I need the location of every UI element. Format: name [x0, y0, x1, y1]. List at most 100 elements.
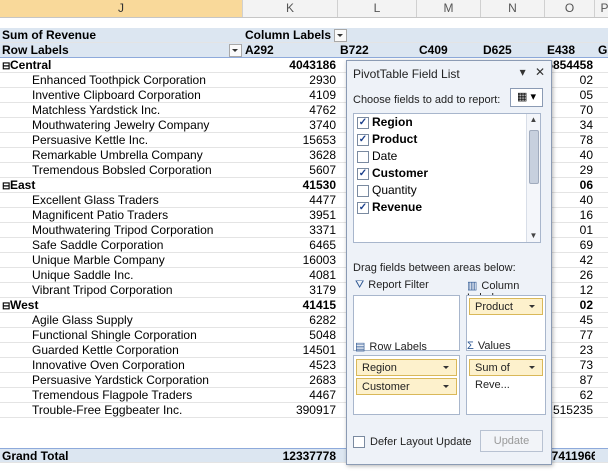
row-label[interactable]: ⊟Central	[0, 58, 243, 72]
value-cell[interactable]: 515235	[545, 403, 595, 417]
value-cell[interactable]: 77	[545, 328, 595, 342]
value-cell[interactable]: 5048	[243, 328, 338, 342]
row-label[interactable]: Vibrant Tripod Corporation	[0, 283, 243, 297]
field-item[interactable]: ✓ Customer	[354, 165, 540, 182]
column-header-j[interactable]: J	[0, 0, 243, 17]
row-label[interactable]: Agile Glass Supply	[0, 313, 243, 327]
row-label[interactable]: Guarded Kettle Corporation	[0, 343, 243, 357]
row-label[interactable]: Unique Saddle Inc.	[0, 268, 243, 282]
value-cell[interactable]: 02	[545, 298, 595, 312]
field-item[interactable]: ✓ Revenue	[354, 199, 540, 216]
value-cell[interactable]: 5854458	[545, 58, 595, 72]
value-cell[interactable]: 15653	[243, 133, 338, 147]
value-field-chip[interactable]: Sum of Reve...	[469, 359, 543, 391]
value-cell[interactable]: 41530	[243, 178, 338, 192]
column-header-p[interactable]: P	[595, 0, 608, 17]
value-cell[interactable]: 3179	[243, 283, 338, 297]
value-cell[interactable]: 3371	[243, 223, 338, 237]
value-cell[interactable]: 41415	[243, 298, 338, 312]
value-cell[interactable]: 69	[545, 238, 595, 252]
value-cell[interactable]: 01	[545, 223, 595, 237]
row-label[interactable]: ⊟West	[0, 298, 243, 312]
row-label[interactable]: Mouthwatering Jewelry Company	[0, 118, 243, 132]
value-cell[interactable]: 4081	[243, 268, 338, 282]
value-cell[interactable]: 6282	[243, 313, 338, 327]
pivot-row-labels-header[interactable]: Row Labels	[0, 43, 243, 57]
value-cell[interactable]: 4523	[243, 358, 338, 372]
chevron-down-icon[interactable]	[334, 29, 348, 42]
row-label[interactable]: Matchless Yardstick Inc.	[0, 103, 243, 117]
row-label[interactable]: Innovative Oven Corporation	[0, 358, 243, 372]
row-label[interactable]: ⊟East	[0, 178, 243, 192]
row-label[interactable]: Tremendous Flagpole Traders	[0, 388, 243, 402]
row-label[interactable]: Magnificent Patio Traders	[0, 208, 243, 222]
field-checkbox[interactable]: ✓	[357, 202, 369, 214]
row-label[interactable]: Inventive Clipboard Corporation	[0, 88, 243, 102]
value-cell[interactable]: 16	[545, 208, 595, 222]
field-item[interactable]: ✓ Product	[354, 131, 540, 148]
row-label[interactable]: Unique Marble Company	[0, 253, 243, 267]
column-header-k[interactable]: K	[243, 0, 338, 17]
collapse-icon[interactable]: ⊟	[2, 180, 10, 192]
row-label[interactable]: Persuasive Yardstick Corporation	[0, 373, 243, 387]
row-label[interactable]: Excellent Glass Traders	[0, 193, 243, 207]
pivot-field-list-panel[interactable]: PivotTable Field List ▾ ✕ Choose fields …	[346, 60, 552, 465]
collapse-icon[interactable]: ⊟	[2, 60, 10, 72]
value-cell[interactable]: 06	[545, 178, 595, 192]
field-checkbox[interactable]	[357, 151, 369, 163]
update-button[interactable]: Update	[480, 430, 543, 452]
scroll-down-icon[interactable]: ▼	[527, 230, 540, 242]
value-cell[interactable]: 23	[545, 343, 595, 357]
row-field-chip[interactable]: Region	[356, 359, 457, 376]
close-icon[interactable]: ✕	[535, 65, 545, 79]
scroll-thumb[interactable]	[529, 130, 539, 184]
value-cell[interactable]: 5607	[243, 163, 338, 177]
pivot-column-labels-header[interactable]: Column Labels	[243, 28, 383, 42]
value-cell[interactable]: 70	[545, 103, 595, 117]
value-cell[interactable]: 40	[545, 148, 595, 162]
field-checkbox[interactable]: ✓	[357, 168, 369, 180]
scroll-up-icon[interactable]: ▲	[527, 114, 540, 126]
value-cell[interactable]: 87	[545, 373, 595, 387]
field-checkbox[interactable]: ✓	[357, 134, 369, 146]
row-label[interactable]: Remarkable Umbrella Company	[0, 148, 243, 162]
value-cell[interactable]: 4109	[243, 88, 338, 102]
field-checkbox[interactable]	[357, 185, 369, 197]
value-cell[interactable]: 42	[545, 253, 595, 267]
pivot-data-field-label[interactable]: Sum of Revenue	[0, 28, 243, 42]
value-cell[interactable]: 4762	[243, 103, 338, 117]
value-cell[interactable]: 6465	[243, 238, 338, 252]
value-cell[interactable]: 3951	[243, 208, 338, 222]
row-labels-area[interactable]: Region Customer	[353, 355, 460, 415]
row-label[interactable]: Safe Saddle Corporation	[0, 238, 243, 252]
row-label[interactable]: Enhanced Toothpick Corporation	[0, 73, 243, 87]
chevron-down-icon[interactable]: ▾	[520, 65, 526, 79]
value-cell[interactable]: 62	[545, 388, 595, 402]
chevron-down-icon[interactable]	[229, 44, 242, 57]
value-cell[interactable]: 26	[545, 268, 595, 282]
row-label[interactable]: Functional Shingle Corporation	[0, 328, 243, 342]
value-cell[interactable]: 34	[545, 118, 595, 132]
defer-checkbox[interactable]	[353, 436, 365, 449]
field-item[interactable]: Quantity	[354, 182, 540, 199]
row-label[interactable]: Trouble-Free Eggbeater Inc.	[0, 403, 243, 417]
chevron-down-icon[interactable]	[441, 362, 452, 373]
value-cell[interactable]: 78	[545, 133, 595, 147]
value-cell[interactable]: 2683	[243, 373, 338, 387]
column-header-l[interactable]: L	[338, 0, 417, 17]
field-checkbox[interactable]: ✓	[357, 117, 369, 129]
field-checkbox-list[interactable]: ✓ Region ✓ Product Date ✓ Customer Quantity ✓ Rev…	[353, 113, 541, 243]
value-cell[interactable]: 4477	[243, 193, 338, 207]
row-label[interactable]: Tremendous Bobsled Corporation	[0, 163, 243, 177]
column-header-m[interactable]: M	[417, 0, 481, 17]
value-cell[interactable]: 40	[545, 193, 595, 207]
value-cell[interactable]: 14501	[243, 343, 338, 357]
field-item[interactable]: Date	[354, 148, 540, 165]
value-cell[interactable]: 4043186	[243, 58, 338, 72]
field-item[interactable]: ✓ Region	[354, 114, 540, 131]
defer-layout-update[interactable]: Defer Layout Update	[353, 436, 472, 449]
field-list-layout-button[interactable]: ▦ ▾	[510, 88, 543, 107]
column-header-n[interactable]: N	[481, 0, 545, 17]
value-cell[interactable]: 2930	[243, 73, 338, 87]
value-cell[interactable]: 4467	[243, 388, 338, 402]
